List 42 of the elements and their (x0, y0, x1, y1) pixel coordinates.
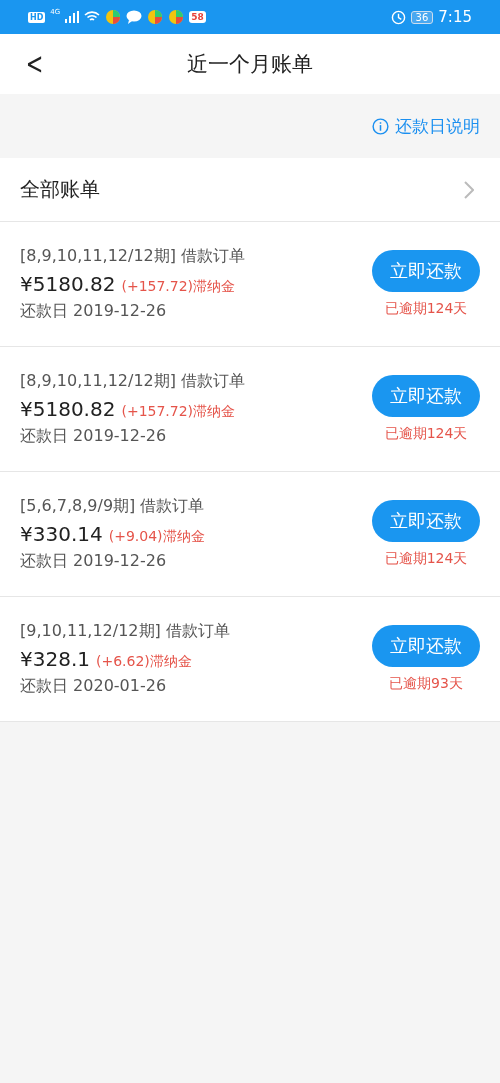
wifi-icon (84, 11, 101, 23)
pay-now-button[interactable]: 立即还款 (372, 375, 480, 417)
bill-title: [5,6,7,8,9/9期] 借款订单 (20, 496, 205, 517)
pay-now-button[interactable]: 立即还款 (372, 250, 480, 292)
overdue-days: 已逾期124天 (384, 425, 468, 443)
late-fee: (+157.72)滞纳金 (121, 403, 236, 421)
bill-title: [9,10,11,12/12期] 借款订单 (20, 621, 230, 642)
overdue-days: 已逾期124天 (384, 300, 468, 318)
clock-time: 7:15 (438, 8, 472, 26)
pay-now-button[interactable]: 立即还款 (372, 500, 480, 542)
repayment-day-link[interactable]: 还款日说明 (395, 114, 480, 138)
bill-title: [8,9,10,11,12/12期] 借款订单 (20, 371, 246, 392)
bill-amount: ¥330.14 (20, 522, 103, 546)
due-date: 还款日 2019-12-26 (20, 426, 168, 447)
signal-icon (65, 11, 80, 23)
due-date: 还款日 2020-01-26 (20, 676, 168, 697)
overdue-days: 已逾期124天 (384, 550, 468, 568)
all-bills-row[interactable]: 全部账单 (0, 158, 500, 222)
due-date: 还款日 2019-12-26 (20, 301, 168, 322)
all-bills-label: 全部账单 (20, 176, 100, 203)
back-button[interactable]: < (25, 46, 44, 81)
bill-amount: ¥5180.82 (20, 272, 116, 296)
pay-now-button[interactable]: 立即还款 (372, 625, 480, 667)
app-icon (147, 9, 164, 25)
clock-icon (390, 9, 406, 25)
battery-level: 36 (410, 10, 434, 24)
app-icon (105, 9, 122, 25)
late-fee: (+9.04)滞纳金 (108, 528, 205, 546)
app-icon (168, 9, 185, 25)
due-date: 还款日 2019-12-26 (20, 551, 168, 572)
bill-amount: ¥328.1 (20, 647, 90, 671)
info-icon (372, 117, 389, 135)
page-title: 近一个月账单 (187, 51, 313, 78)
hd-icon: HD (28, 11, 46, 23)
bill-amount: ¥5180.82 (20, 397, 116, 421)
overdue-days: 已逾期93天 (389, 675, 463, 693)
app-badge: 58 (189, 11, 206, 23)
bill-title: [8,9,10,11,12/12期] 借款订单 (20, 246, 246, 267)
late-fee: (+157.72)滞纳金 (121, 278, 236, 296)
chevron-right-icon (464, 180, 474, 199)
chat-icon (126, 10, 143, 24)
late-fee: (+6.62)滞纳金 (96, 653, 192, 671)
